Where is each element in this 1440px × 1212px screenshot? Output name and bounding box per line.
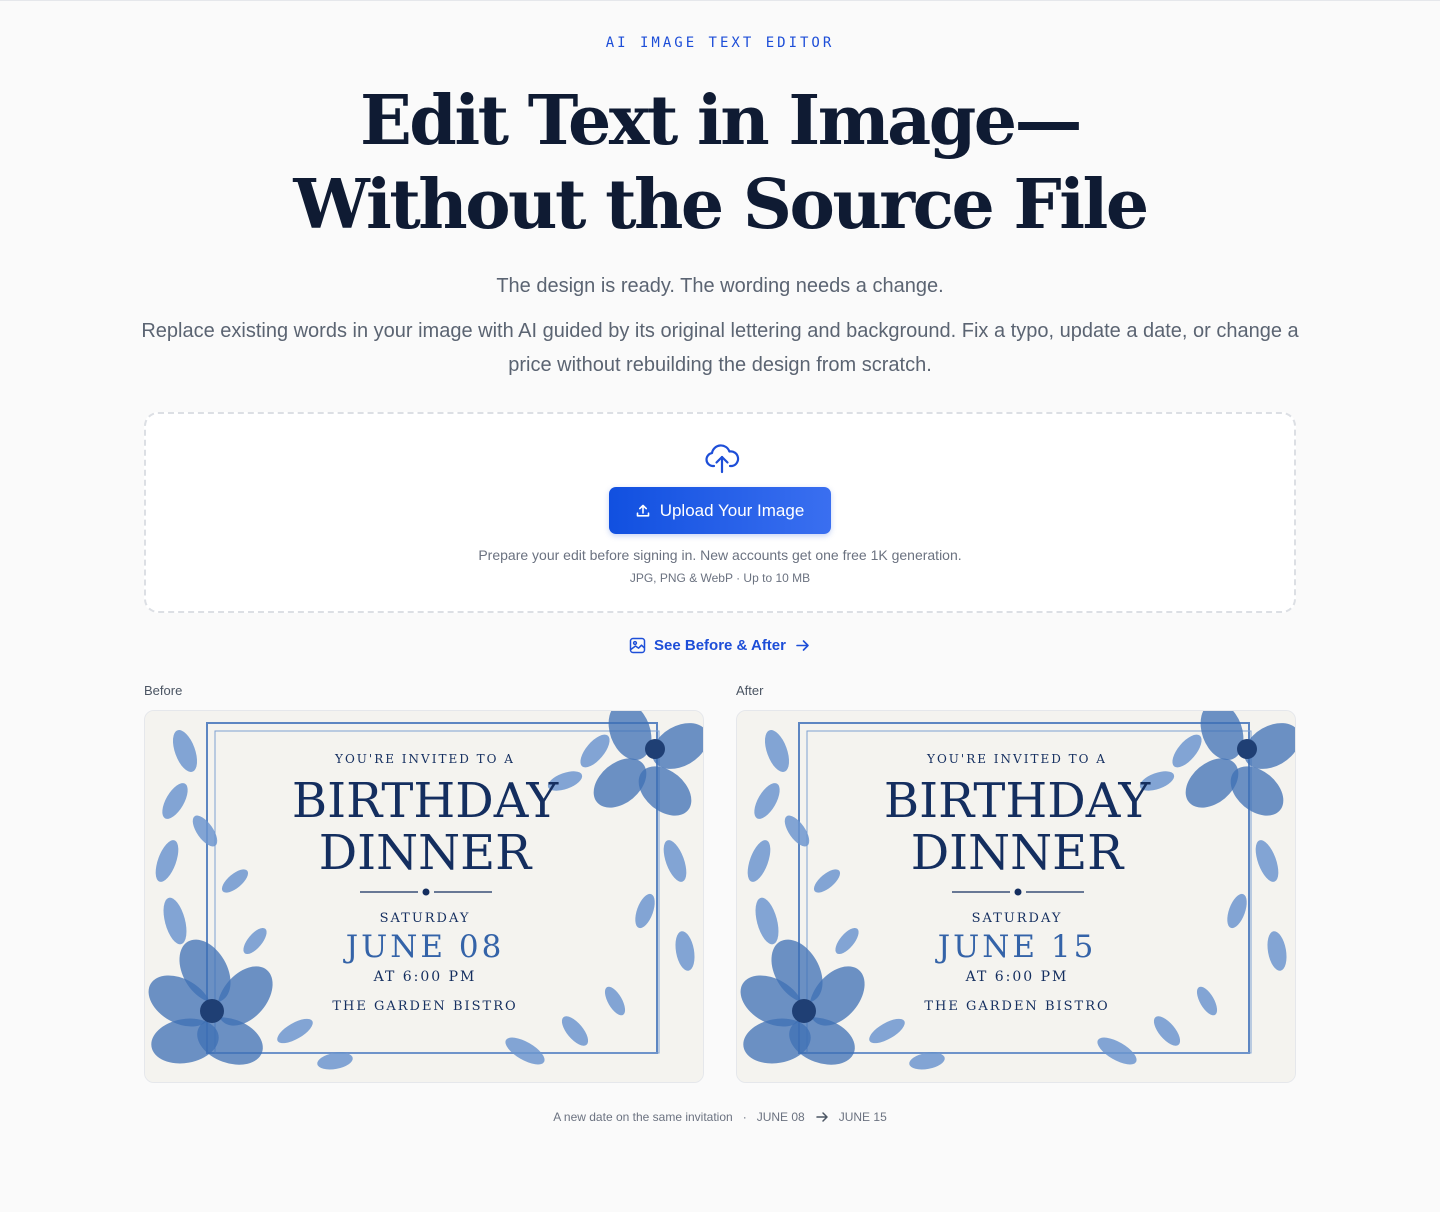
invite-title-2: DINNER bbox=[318, 825, 532, 881]
caption-to: JUNE 15 bbox=[838, 1110, 887, 1124]
upload-icon bbox=[636, 504, 649, 517]
invite-date: JUNE 15 bbox=[937, 929, 1097, 965]
invite-title-1: BIRTHDAY bbox=[291, 773, 559, 829]
invite-title-2: DINNER bbox=[910, 825, 1124, 881]
invite-pre: YOU'RE INVITED TO A bbox=[927, 752, 1107, 766]
invite-time: AT 6:00 PM bbox=[965, 969, 1069, 985]
invite-title-1: BIRTHDAY bbox=[883, 773, 1151, 829]
page-title-line-2: Without the Source File bbox=[293, 165, 1149, 245]
invite-venue: THE GARDEN BISTRO bbox=[332, 999, 518, 1014]
before-image: YOU'RE INVITED TO A BIRTHDAY DINNER SATU… bbox=[144, 710, 704, 1083]
after-label: After bbox=[736, 683, 764, 698]
invitation-text-before: YOU'RE INVITED TO A BIRTHDAY DINNER SATU… bbox=[145, 711, 703, 1082]
caption-text: A new date on the same invitation bbox=[553, 1110, 733, 1124]
invite-venue: THE GARDEN BISTRO bbox=[924, 999, 1110, 1014]
description: Replace existing words in your image wit… bbox=[141, 320, 1299, 376]
cloud-upload-icon bbox=[705, 444, 740, 474]
divider-ornament bbox=[952, 888, 1084, 896]
page-title-line-1: Edit Text in Image— bbox=[359, 81, 1083, 161]
after-image: YOU'RE INVITED TO A BIRTHDAY DINNER SATU… bbox=[736, 710, 1296, 1083]
upload-note: Prepare your edit before signing in. New… bbox=[478, 547, 962, 563]
upload-dropzone[interactable]: Upload Your Image Prepare your edit befo… bbox=[144, 412, 1296, 613]
invite-pre: YOU'RE INVITED TO A bbox=[335, 752, 515, 766]
see-before-after-label: See Before & After bbox=[654, 637, 786, 654]
invite-date: JUNE 08 bbox=[345, 929, 505, 965]
upload-formats: JPG, PNG & WebP · Up to 10 MB bbox=[629, 571, 811, 585]
comparison-caption: A new date on the same invitation · JUNE… bbox=[0, 1110, 1440, 1124]
invite-day: SATURDAY bbox=[971, 911, 1063, 926]
caption-separator: · bbox=[742, 1110, 747, 1124]
invite-time: AT 6:00 PM bbox=[373, 969, 477, 985]
invite-day: SATURDAY bbox=[379, 911, 471, 926]
arrow-right-icon bbox=[815, 1112, 828, 1122]
see-before-after-link[interactable]: See Before & After bbox=[0, 637, 1440, 654]
invitation-text-after: YOU'RE INVITED TO A BIRTHDAY DINNER SATU… bbox=[737, 711, 1295, 1082]
image-icon bbox=[629, 637, 646, 654]
upload-button-label: Upload Your Image bbox=[659, 500, 805, 520]
page-title: Edit Text in Image— Without the Source F… bbox=[0, 79, 1440, 247]
before-label: Before bbox=[144, 683, 183, 698]
arrow-right-icon bbox=[796, 640, 809, 651]
upload-image-button[interactable]: Upload Your Image bbox=[609, 487, 831, 534]
tagline: The design is ready. The wording needs a… bbox=[496, 275, 944, 297]
eyebrow-label: AI IMAGE TEXT EDITOR bbox=[605, 35, 835, 51]
caption-from: JUNE 08 bbox=[756, 1110, 805, 1124]
divider-ornament bbox=[360, 888, 492, 896]
